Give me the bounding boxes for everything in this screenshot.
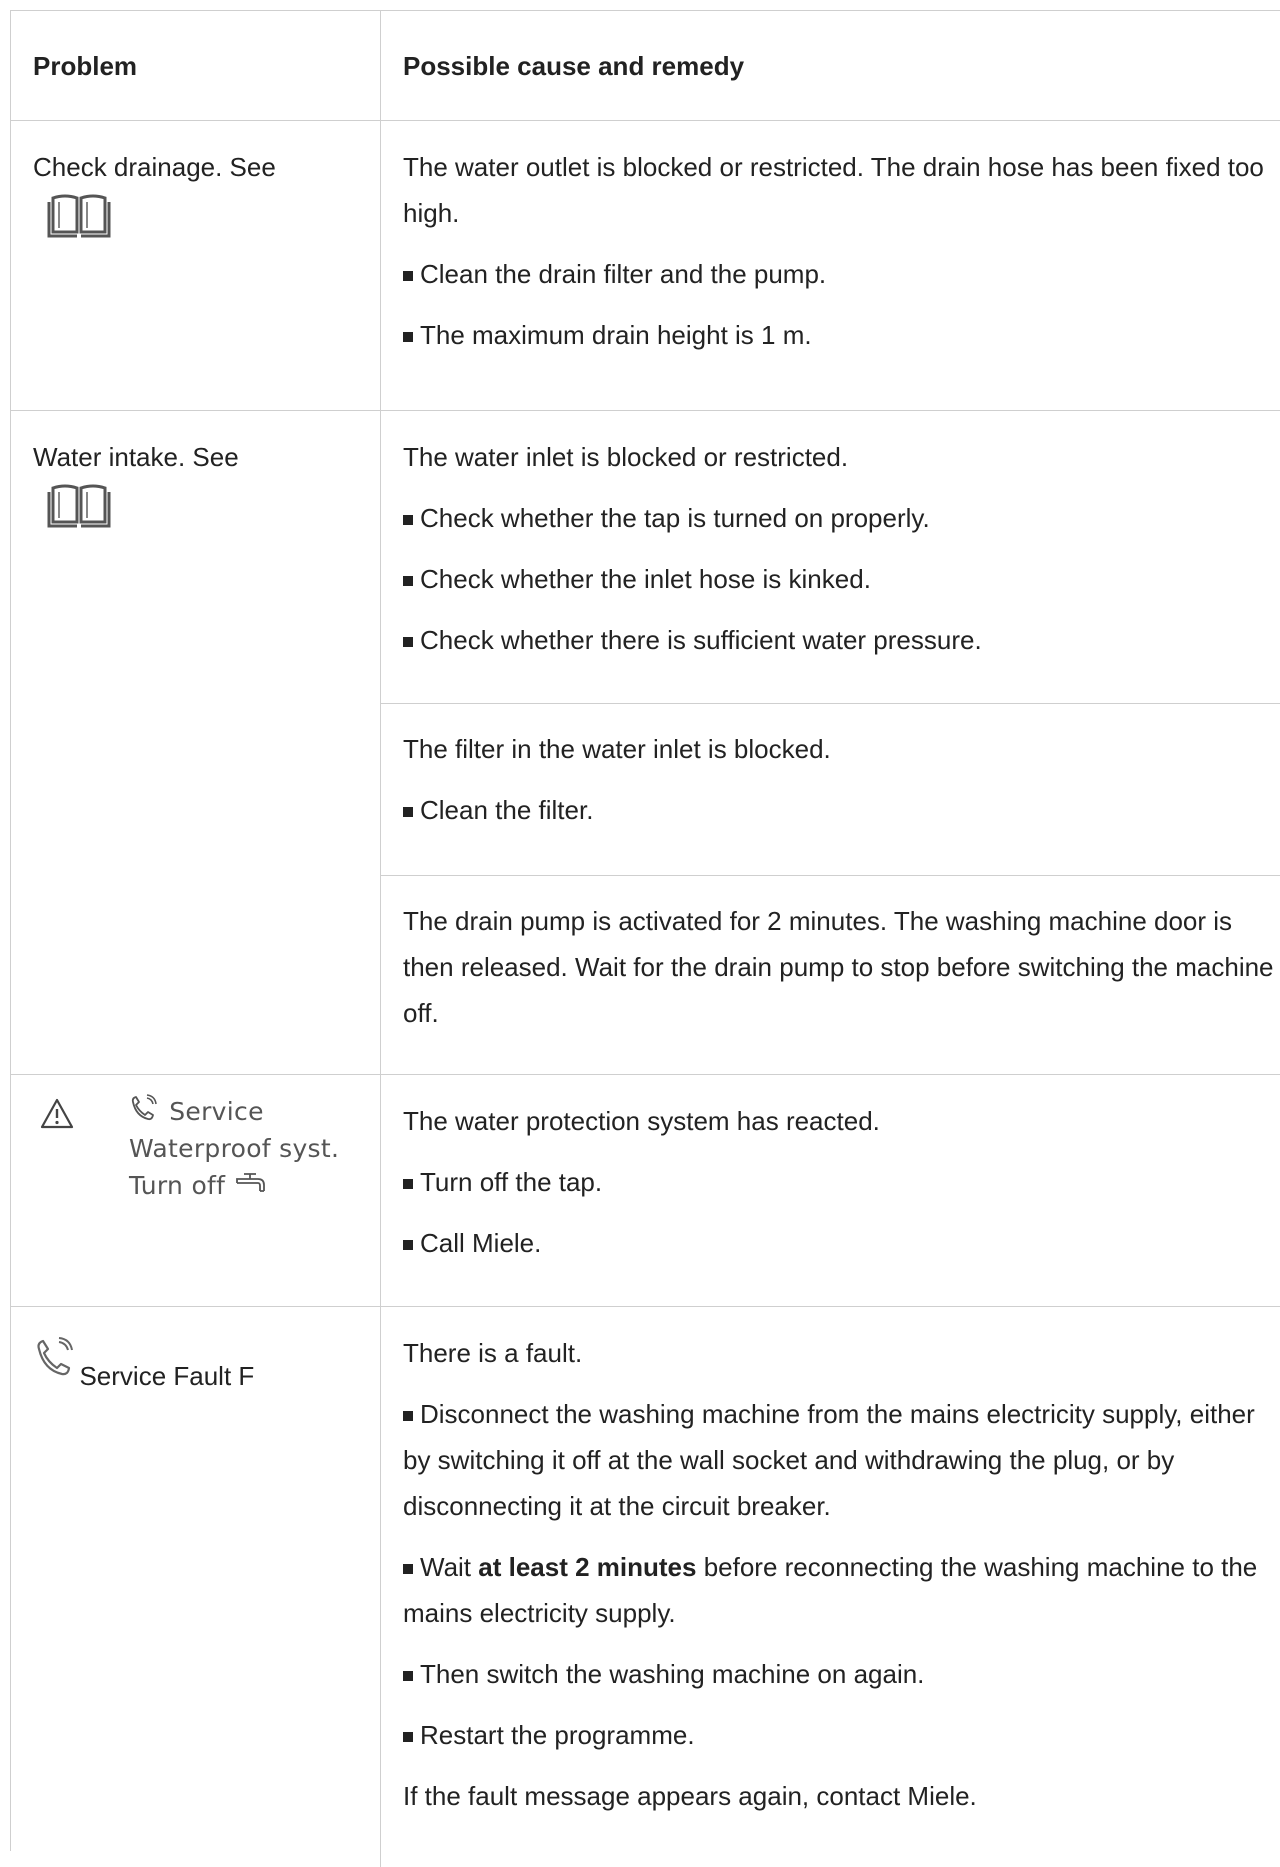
- header-problem: Problem: [33, 51, 138, 81]
- bullet-square: [403, 576, 413, 586]
- bullet-square: [403, 332, 413, 342]
- problem-text: Water intake. See: [33, 442, 239, 472]
- remedy-subcell: The drain pump is activated for 2 minute…: [403, 898, 1280, 1036]
- sub-row-divider: [381, 875, 1280, 876]
- bullet-text: The maximum drain height is 1 m.: [420, 320, 812, 350]
- table-row-waterproof: Service Waterproof syst. Turn off The wa…: [11, 1075, 1280, 1307]
- lcd-text: Service: [169, 1097, 264, 1126]
- bullet-square: [403, 807, 413, 817]
- column-divider: [380, 1075, 381, 1306]
- column-divider: [380, 11, 381, 120]
- remedy-subcell: The filter in the water inlet is blocked…: [403, 726, 1280, 833]
- remedy-bullet: Restart the programme.: [403, 1712, 1280, 1758]
- bullet-text: Turn off the tap.: [420, 1167, 603, 1197]
- bullet-square: [403, 271, 413, 281]
- bullet-text: Check whether the inlet hose is kinked.: [420, 564, 871, 594]
- cause-text: The water outlet is blocked or restricte…: [403, 152, 1264, 228]
- cause-text: The filter in the water inlet is blocked…: [403, 734, 831, 764]
- warning-triangle-icon: [40, 1098, 74, 1129]
- bullet-square: [403, 637, 413, 647]
- remedy-cell: There is a fault. Disconnect the washing…: [403, 1330, 1280, 1819]
- phone-service-icon: [37, 1337, 73, 1376]
- lcd-line: Service: [129, 1093, 369, 1130]
- remedy-bullet: Clean the drain filter and the pump.: [403, 251, 1280, 297]
- remedy-subcell: The water inlet is blocked or restricted…: [403, 434, 1280, 663]
- lcd-text: Turn off: [129, 1171, 226, 1200]
- problem-text: Service Fault F: [79, 1361, 255, 1391]
- footer-text: If the fault message appears again, cont…: [403, 1781, 977, 1811]
- lcd-line: Waterproof syst.: [129, 1134, 340, 1163]
- cause-text: The drain pump is activated for 2 minute…: [403, 906, 1274, 1028]
- bullet-text: Clean the filter.: [420, 795, 594, 825]
- sub-row-divider: [381, 703, 1280, 704]
- bullet-text: Check whether there is sufficient water …: [420, 625, 982, 655]
- column-divider: [380, 121, 381, 410]
- table-row-water-intake: Water intake. See The water inlet is blo…: [11, 411, 1280, 1075]
- remedy-bullet: Then switch the washing machine on again…: [403, 1651, 1280, 1697]
- book-icon: [47, 484, 111, 528]
- bullet-square: [403, 1732, 413, 1742]
- bullet-square: [403, 1671, 413, 1681]
- lcd-line: Turn off: [129, 1167, 369, 1204]
- problem-cell: Check drainage. See: [33, 144, 363, 238]
- cause-text: There is a fault.: [403, 1338, 583, 1368]
- bullet-text: Then switch the washing machine on again…: [420, 1659, 925, 1689]
- phone-service-icon: [131, 1094, 157, 1121]
- remedy-bullet: Disconnect the washing machine from the …: [403, 1391, 1280, 1529]
- bullet-text: Check whether the tap is turned on prope…: [420, 503, 930, 533]
- remedy-bullet: Turn off the tap.: [403, 1159, 1280, 1205]
- cause-text: The water inlet is blocked or restricted…: [403, 442, 849, 472]
- bullet-text: Disconnect the washing machine from the …: [403, 1399, 1255, 1521]
- bullet-bold-text: at least 2 minutes: [478, 1552, 697, 1582]
- bullet-text: Call Miele.: [420, 1228, 542, 1258]
- bullet-square: [403, 1240, 413, 1250]
- table-row-service-fault: Service Fault F There is a fault. Discon…: [11, 1307, 1280, 1867]
- bullet-text: Wait: [420, 1552, 479, 1582]
- column-divider: [380, 411, 381, 1074]
- problem-text: Check drainage. See: [33, 152, 276, 182]
- book-icon: [47, 194, 111, 238]
- remedy-cell: The water protection system has reacted.…: [403, 1098, 1280, 1266]
- column-divider: [380, 1307, 381, 1867]
- remedy-bullet: Wait at least 2 minutes before reconnect…: [403, 1544, 1280, 1636]
- tap-icon: [235, 1173, 265, 1192]
- table-header-row: Problem Possible cause and remedy: [11, 11, 1280, 121]
- remedy-bullet: The maximum drain height is 1 m.: [403, 312, 1280, 358]
- bullet-text: Clean the drain filter and the pump.: [420, 259, 827, 289]
- troubleshooting-table: Problem Possible cause and remedy Check …: [10, 10, 1280, 1867]
- bullet-square: [403, 1179, 413, 1189]
- lcd-display: Service Waterproof syst. Turn off: [129, 1093, 369, 1204]
- remedy-bullet: Check whether the tap is turned on prope…: [403, 495, 1280, 541]
- problem-cell: Service Fault F: [33, 1337, 363, 1391]
- remedy-bullet: Clean the filter.: [403, 787, 1280, 833]
- remedy-bullet: Call Miele.: [403, 1220, 1280, 1266]
- remedy-cell: The water outlet is blocked or restricte…: [403, 144, 1280, 358]
- remedy-bullet: Check whether there is sufficient water …: [403, 617, 1280, 663]
- header-remedy: Possible cause and remedy: [403, 51, 745, 81]
- bullet-square: [403, 1564, 413, 1574]
- bullet-square: [403, 1411, 413, 1421]
- table-row-drainage: Check drainage. See The water outlet is …: [11, 121, 1280, 411]
- remedy-bullet: Check whether the inlet hose is kinked.: [403, 556, 1280, 602]
- bullet-square: [403, 515, 413, 525]
- problem-cell: Water intake. See: [33, 434, 363, 528]
- bullet-text: Restart the programme.: [420, 1720, 695, 1750]
- cause-text: The water protection system has reacted.: [403, 1106, 880, 1136]
